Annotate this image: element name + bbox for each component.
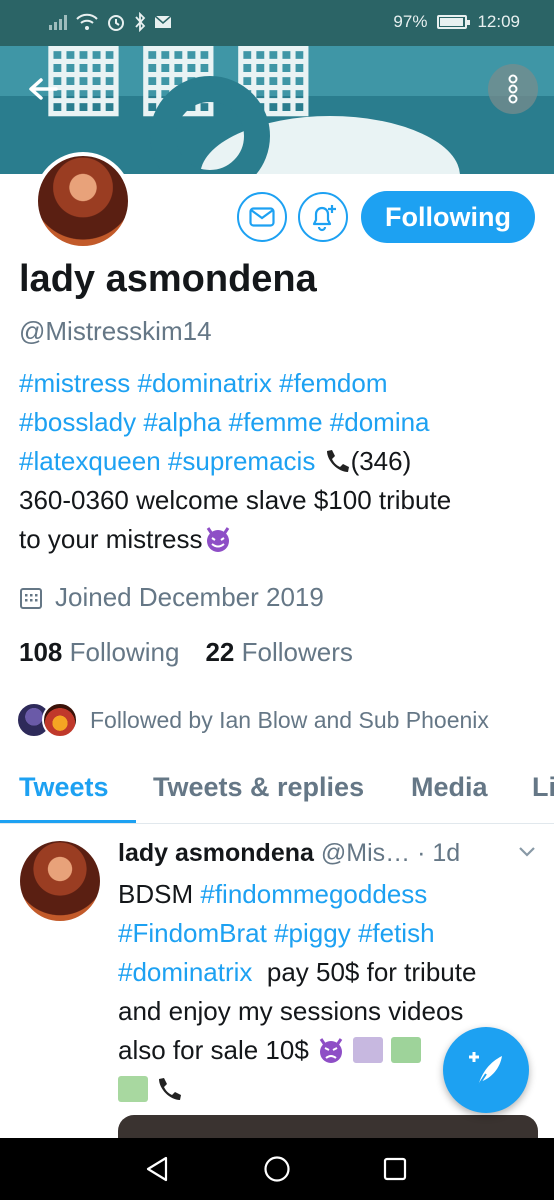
arrow-left-icon: [29, 78, 58, 100]
tab-media[interactable]: Media: [411, 772, 488, 803]
nav-back-button[interactable]: [143, 1155, 171, 1183]
status-bar: 97% 12:09: [0, 0, 554, 46]
hashtag-link[interactable]: #FindomBrat: [118, 918, 267, 948]
tab-tweets[interactable]: Tweets: [19, 772, 109, 803]
bell-plus-icon: [312, 205, 336, 232]
battery-icon: [437, 15, 471, 29]
tweet-word: BDSM: [118, 879, 194, 909]
followers-count: 22: [205, 637, 235, 667]
hashtag-link[interactable]: #femme: [229, 407, 323, 437]
bio-text-line: to your mistress: [19, 524, 203, 554]
hashtag-link[interactable]: #dominatrix: [118, 957, 252, 987]
clock: 12:09: [477, 12, 520, 31]
tweet-author-name: lady asmondena: [118, 839, 314, 867]
profile-handle: @Mistresskim14: [19, 316, 212, 346]
hashtag-link[interactable]: #dominatrix: [137, 368, 271, 398]
tab-likes[interactable]: Likes: [532, 772, 554, 803]
system-navigation-bar: [0, 1138, 554, 1200]
following-button[interactable]: Following: [361, 191, 535, 243]
phone-icon: [155, 1070, 183, 1109]
follow-counts: 108 Following 22 Followers: [19, 637, 353, 668]
hashtag-link[interactable]: #piggy: [274, 918, 351, 948]
chevron-down-icon: [519, 847, 535, 857]
followed-by-text: Followed by Ian Blow and Sub Phoenix: [90, 706, 489, 733]
nav-recents-button[interactable]: [381, 1155, 409, 1183]
tweet-author-handle: @Mis…: [320, 839, 411, 867]
tweet-avatar[interactable]: [20, 841, 100, 921]
status-icons-left: [48, 12, 172, 32]
profile-avatar[interactable]: [34, 152, 132, 250]
calendar-icon: [20, 587, 42, 609]
triangle-back-icon: [146, 1156, 168, 1182]
hashtag-link[interactable]: #mistress: [19, 368, 130, 398]
tweet-text-line: also for sale 10$: [118, 1035, 309, 1065]
square-recents-icon: [383, 1157, 407, 1181]
smiling-devil-emoji-icon: [203, 520, 233, 559]
following-count-link[interactable]: 108 Following: [19, 637, 179, 668]
profile-tabs: Tweets Tweets & replies Media Likes: [0, 760, 554, 824]
following-count: 108: [19, 637, 63, 667]
followed-by-avatars: [16, 702, 78, 738]
tweet-menu-button[interactable]: [518, 845, 536, 863]
active-tab-indicator: [0, 820, 136, 823]
hashtag-link[interactable]: #femdom: [279, 368, 387, 398]
joined-date: Joined December 2019: [19, 582, 324, 613]
signal-icon: [49, 15, 67, 30]
profile-bio: #mistress #dominatrix #femdom #bosslady …: [19, 364, 539, 559]
message-button[interactable]: [237, 192, 287, 242]
bio-phone-start: (346): [350, 446, 412, 476]
tweet-text-line: pay 50$ for tribute: [266, 957, 477, 987]
notifications-button[interactable]: [298, 192, 348, 242]
mail-notification-icon: [154, 15, 172, 28]
angry-devil-emoji-icon: [316, 1031, 346, 1070]
tweet-time: · 1d: [417, 839, 461, 867]
more-options-button[interactable]: [488, 64, 538, 114]
phone-icon: [323, 442, 351, 481]
joined-text: Joined December 2019: [55, 582, 324, 612]
following-label: Following: [69, 637, 180, 667]
nav-home-button[interactable]: [263, 1155, 291, 1183]
hashtag-link[interactable]: #fetish: [358, 918, 435, 948]
pound-banknote-icon: [353, 1037, 384, 1063]
wifi-icon: [76, 13, 98, 30]
hashtag-link[interactable]: #alpha: [143, 407, 221, 437]
bluetooth-icon: [135, 12, 146, 32]
tweet-header: lady asmondena @Mis… · 1d: [118, 839, 460, 868]
hashtag-link[interactable]: #supremacis: [168, 446, 315, 476]
tab-tweets-and-replies[interactable]: Tweets & replies: [153, 772, 364, 803]
followers-label: Followers: [241, 637, 353, 667]
compose-tweet-button[interactable]: [443, 1027, 529, 1113]
tweet-text-line: and enjoy my sessions videos: [118, 996, 464, 1026]
feather-plus-icon: [469, 1052, 502, 1087]
hashtag-link[interactable]: #findommegoddess: [200, 879, 427, 909]
hashtag-link[interactable]: #bosslady: [19, 407, 136, 437]
more-vertical-icon: [508, 74, 518, 104]
followers-count-link[interactable]: 22 Followers: [205, 637, 352, 668]
dollar-banknote-icon: [390, 1037, 421, 1063]
hashtag-link[interactable]: #domina: [330, 407, 430, 437]
avatar: [42, 702, 78, 738]
alarm-icon: [108, 15, 124, 31]
profile-name: lady asmondena: [19, 258, 317, 300]
envelope-icon: [249, 207, 275, 227]
back-button[interactable]: [18, 64, 68, 114]
circle-home-icon: [264, 1156, 290, 1182]
battery-percent: 97%: [393, 12, 428, 31]
euro-banknote-icon: [118, 1076, 148, 1102]
status-icons-right: 97% 12:09: [393, 12, 520, 32]
followed-by[interactable]: Followed by Ian Blow and Sub Phoenix: [16, 702, 489, 738]
bio-text-line: 360-0360 welcome slave $100 tribute: [19, 485, 452, 515]
hashtag-link[interactable]: #latexqueen: [19, 446, 161, 476]
